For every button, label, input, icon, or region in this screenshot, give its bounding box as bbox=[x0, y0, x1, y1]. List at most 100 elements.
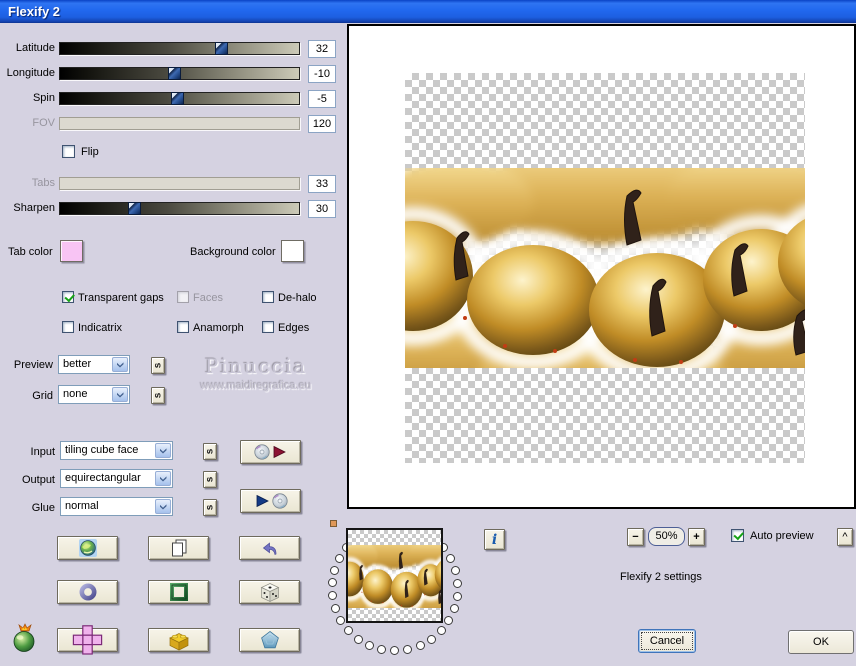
load-settings-button[interactable] bbox=[240, 489, 301, 513]
ring-dot[interactable] bbox=[353, 634, 363, 644]
ring-dot[interactable] bbox=[330, 604, 340, 613]
longitude-value[interactable]: -10 bbox=[308, 65, 336, 83]
transparent-gaps-checkbox[interactable] bbox=[62, 291, 74, 303]
info-button[interactable]: i bbox=[484, 529, 505, 550]
chevron-down-icon[interactable] bbox=[112, 387, 128, 402]
ring-dot[interactable] bbox=[390, 646, 400, 656]
spin-value[interactable]: -5 bbox=[308, 90, 336, 108]
tabs-value[interactable]: 33 bbox=[308, 175, 336, 193]
random-planet-button[interactable] bbox=[57, 536, 118, 560]
input-s-button[interactable]: s bbox=[203, 443, 217, 460]
longitude-label: Longitude bbox=[6, 67, 55, 79]
preview-select[interactable]: better bbox=[58, 355, 130, 374]
spin-slider-thumb[interactable] bbox=[171, 92, 184, 105]
output-select[interactable]: equirectangular bbox=[60, 469, 173, 488]
ring-dot[interactable] bbox=[344, 626, 354, 636]
ring-dot[interactable] bbox=[336, 615, 346, 625]
watermark-name: Pinuccia bbox=[204, 354, 308, 378]
latitude-slider-thumb[interactable] bbox=[215, 42, 228, 55]
indicatrix-checkbox[interactable] bbox=[62, 321, 74, 333]
latitude-value[interactable]: 32 bbox=[308, 40, 336, 58]
input-select[interactable]: tiling cube face bbox=[60, 441, 173, 460]
save-settings-button[interactable] bbox=[240, 440, 301, 464]
faces-checkbox bbox=[177, 291, 189, 303]
longitude-slider[interactable] bbox=[59, 67, 300, 80]
ring-dot[interactable] bbox=[444, 616, 454, 626]
brick-icon bbox=[168, 633, 189, 651]
grid-select[interactable]: none bbox=[58, 385, 130, 404]
chevron-down-icon[interactable] bbox=[155, 499, 171, 514]
cube-net-button[interactable] bbox=[57, 625, 118, 655]
cd-export-icon bbox=[253, 444, 286, 460]
sharpen-label: Sharpen bbox=[13, 202, 55, 214]
preview-s-button[interactable]: s bbox=[151, 357, 165, 374]
cube-net-icon bbox=[72, 625, 103, 655]
longitude-slider-thumb[interactable] bbox=[168, 67, 181, 80]
ring-dot[interactable] bbox=[328, 591, 337, 601]
anamorph-checkbox[interactable] bbox=[177, 321, 189, 333]
undo-button[interactable] bbox=[239, 536, 300, 560]
glue-s-button[interactable]: s bbox=[203, 499, 217, 516]
ring-dot[interactable] bbox=[453, 578, 463, 588]
ring-dot[interactable] bbox=[451, 566, 461, 576]
grid-s-button[interactable]: s bbox=[151, 387, 165, 404]
chevron-down-icon[interactable] bbox=[155, 443, 171, 458]
glue-select-label: Glue bbox=[31, 502, 55, 514]
background-color-swatch[interactable] bbox=[281, 240, 304, 262]
ring-dot[interactable] bbox=[415, 641, 425, 651]
tab-color-swatch[interactable] bbox=[60, 240, 83, 262]
ring-dot[interactable] bbox=[334, 553, 344, 563]
dice-icon bbox=[260, 582, 279, 602]
ok-button[interactable]: OK bbox=[788, 630, 854, 654]
ring-dot[interactable] bbox=[330, 565, 340, 575]
ring-dot[interactable] bbox=[446, 554, 456, 564]
ring-dot[interactable] bbox=[436, 626, 446, 636]
info-icon: i bbox=[491, 531, 498, 548]
glue-select[interactable]: normal bbox=[60, 497, 173, 516]
de-halo-checkbox[interactable] bbox=[262, 291, 274, 303]
zoom-in-button[interactable]: + bbox=[688, 528, 705, 546]
chevron-down-icon[interactable] bbox=[112, 357, 128, 372]
de-halo-label: De-halo bbox=[278, 292, 317, 304]
cancel-button[interactable]: Cancel bbox=[638, 629, 696, 653]
collapse-button[interactable]: ^ bbox=[837, 528, 853, 546]
spin-slider[interactable] bbox=[59, 92, 300, 105]
flip-checkbox[interactable] bbox=[62, 145, 75, 158]
tabs-slider bbox=[59, 177, 300, 190]
random-settings-dice-button[interactable] bbox=[239, 580, 300, 604]
edges-label: Edges bbox=[278, 322, 310, 334]
ring-dot[interactable] bbox=[452, 591, 462, 601]
rotation-marker[interactable] bbox=[330, 520, 337, 527]
thumbnail-preview[interactable] bbox=[346, 528, 443, 623]
ring-dot[interactable] bbox=[449, 604, 459, 614]
preview-image[interactable] bbox=[405, 168, 805, 368]
fov-value[interactable]: 120 bbox=[308, 115, 336, 133]
dodecahedron-button[interactable] bbox=[239, 628, 300, 652]
title-bar[interactable]: Flexify 2 bbox=[0, 0, 856, 23]
latitude-slider[interactable] bbox=[59, 42, 300, 55]
ring-dot[interactable] bbox=[403, 645, 413, 655]
input-select-label: Input bbox=[30, 446, 55, 458]
ring-dot[interactable] bbox=[426, 634, 436, 644]
watermark-url: www.maidiregrafica.eu bbox=[200, 380, 312, 392]
caret-up-icon: ^ bbox=[842, 531, 848, 543]
output-s-button[interactable]: s bbox=[203, 471, 217, 488]
status-text: Flexify 2 settings bbox=[620, 571, 702, 583]
chevron-down-icon[interactable] bbox=[155, 471, 171, 486]
frame-button[interactable] bbox=[148, 580, 209, 604]
cd-import-icon bbox=[256, 493, 288, 509]
zoom-level[interactable]: 50% bbox=[648, 527, 685, 546]
output-select-label: Output bbox=[21, 474, 55, 486]
copy-settings-button[interactable] bbox=[148, 536, 209, 560]
sharpen-slider[interactable] bbox=[59, 202, 300, 215]
edges-checkbox[interactable] bbox=[262, 321, 274, 333]
sharpen-value[interactable]: 30 bbox=[308, 200, 336, 218]
auto-preview-checkbox[interactable] bbox=[731, 529, 744, 542]
ring-dot[interactable] bbox=[377, 645, 387, 655]
brick-button[interactable] bbox=[148, 628, 209, 652]
ring-dot[interactable] bbox=[365, 641, 375, 651]
ring-dot[interactable] bbox=[327, 578, 337, 588]
zoom-out-button[interactable]: − bbox=[627, 528, 644, 546]
sharpen-slider-thumb[interactable] bbox=[128, 202, 141, 215]
torus-button[interactable] bbox=[57, 580, 118, 604]
